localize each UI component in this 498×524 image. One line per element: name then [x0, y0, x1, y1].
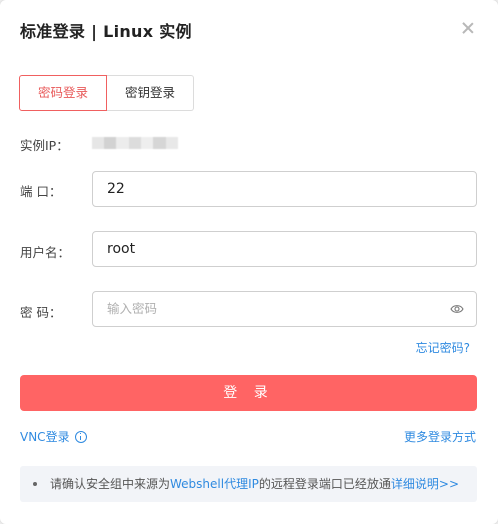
- dialog-title: 标准登录 | Linux 实例: [20, 22, 192, 41]
- notice-text-1: 请确认安全组中来源为: [50, 477, 171, 491]
- login-button[interactable]: 登 录: [20, 375, 477, 411]
- bullet-icon: [33, 481, 37, 486]
- eye-icon[interactable]: [450, 303, 464, 315]
- tab-password-login[interactable]: 密码登录: [19, 75, 108, 111]
- ip-label: 实例IP：: [20, 138, 69, 153]
- password-placeholder: 输入密码: [107, 301, 158, 316]
- forgot-password-link[interactable]: 忘记密码?: [416, 339, 470, 356]
- info-icon[interactable]: [74, 430, 87, 443]
- vnc-login-link[interactable]: VNC登录: [20, 428, 87, 445]
- vnc-login-label: VNC登录: [20, 430, 70, 444]
- instance-ip-redacted: [92, 137, 178, 149]
- more-login-methods-link[interactable]: 更多登录方式: [404, 428, 476, 445]
- details-link[interactable]: 详细说明>>: [391, 477, 459, 491]
- password-input[interactable]: 输入密码: [92, 291, 477, 327]
- login-dialog: 标准登录 | Linux 实例 密码登录 密钥登录 实例IP： 端 口： 22 …: [0, 0, 498, 524]
- username-input[interactable]: root: [92, 231, 477, 267]
- tab-key-login[interactable]: 密钥登录: [107, 75, 195, 111]
- port-label: 端 口：: [20, 184, 62, 199]
- password-label: 密 码：: [20, 305, 62, 320]
- webshell-proxy-ip-link[interactable]: Webshell代理IP: [170, 477, 259, 491]
- security-group-notice: 请确认安全组中来源为Webshell代理IP的远程登录端口已经放通详细说明>>: [20, 466, 477, 502]
- close-icon[interactable]: [460, 20, 476, 36]
- login-method-tabs: 密码登录 密钥登录: [19, 75, 195, 111]
- username-label: 用户名：: [20, 245, 71, 260]
- notice-text-2: 的远程登录端口已经放通: [258, 477, 391, 491]
- port-input[interactable]: 22: [92, 171, 477, 207]
